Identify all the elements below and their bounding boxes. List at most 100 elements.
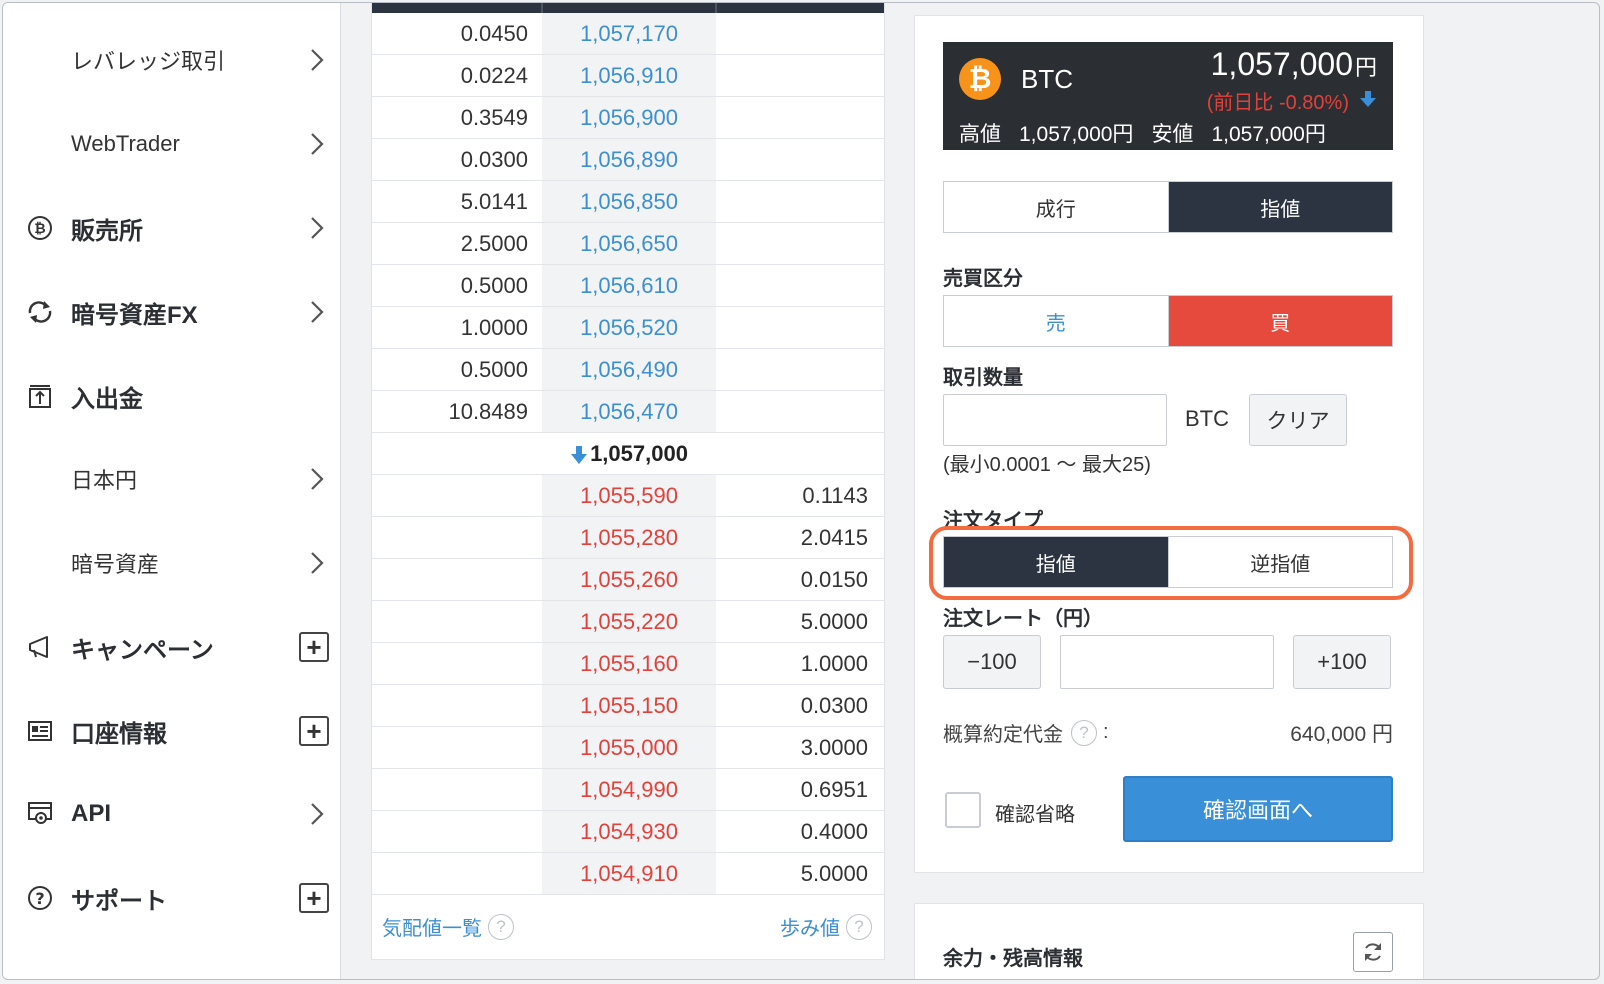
ask-quantity: 0.0300: [460, 147, 528, 172]
current-price: 1,057,000: [542, 433, 716, 474]
ask-price: 1,056,610: [580, 273, 678, 298]
sidebar-item-hanbaisho[interactable]: ₿ 販売所: [3, 198, 341, 258]
bid-quantity: 5.0000: [800, 861, 868, 886]
current-price-value: 1,057,000: [590, 441, 688, 466]
bid-price: 1,055,590: [580, 483, 678, 508]
ask-row[interactable]: 0.0450 1,057,170: [372, 13, 884, 55]
ask-quantity: 1.0000: [460, 315, 528, 340]
high-value: 1,057,000円: [1019, 123, 1134, 146]
expand-plus-icon[interactable]: +: [299, 632, 329, 662]
bid-price: 1,055,260: [580, 567, 678, 592]
ask-row[interactable]: 2.5000 1,056,650: [372, 223, 884, 265]
chevron-right-icon: [311, 217, 324, 239]
sidebar-item-leverage[interactable]: レバレッジ取引: [3, 30, 341, 90]
app-window: レバレッジ取引 WebTrader ₿ 販売所 暗号資産FX 入出金 日本円 暗…: [2, 2, 1600, 980]
ask-row[interactable]: 10.8489 1,056,470: [372, 391, 884, 433]
confirm-button[interactable]: 確認画面へ: [1123, 776, 1393, 842]
help-icon[interactable]: ?: [488, 913, 514, 940]
sidebar-item-label: 暗号資産: [71, 552, 160, 577]
ask-row[interactable]: 0.5000 1,056,490: [372, 349, 884, 391]
rate-minus-button[interactable]: −100: [943, 635, 1041, 689]
ask-row[interactable]: 0.3549 1,056,900: [372, 97, 884, 139]
bid-row[interactable]: 1,055,280 2.0415: [372, 517, 884, 559]
bid-quantity: 1.0000: [800, 651, 868, 676]
expand-plus-icon[interactable]: +: [299, 716, 329, 746]
estimate-row: 概算約定代金 ? :: [943, 718, 1109, 747]
bid-row[interactable]: 1,054,930 0.4000: [372, 811, 884, 853]
sidebar-item-label: WebTrader: [71, 131, 180, 156]
bid-row[interactable]: 1,055,150 0.0300: [372, 685, 884, 727]
rate-plus-button[interactable]: +100: [1293, 635, 1391, 689]
chevron-right-icon: [311, 133, 324, 155]
estimate-label: 概算約定代金: [943, 724, 1063, 746]
tab-market[interactable]: 成行: [944, 182, 1168, 232]
skip-confirm-checkbox[interactable]: [945, 792, 981, 828]
megaphone-icon: [25, 632, 55, 662]
id-card-icon: [25, 716, 55, 746]
sidebar-item-deposit-withdraw[interactable]: 入出金: [3, 366, 341, 426]
ask-row[interactable]: 1.0000 1,056,520: [372, 307, 884, 349]
sidebar-item-support[interactable]: ? サポート +: [3, 868, 341, 928]
bid-row[interactable]: 1,055,590 0.1143: [372, 475, 884, 517]
bid-row[interactable]: 1,055,220 5.0000: [372, 601, 884, 643]
sidebar-item-account-info[interactable]: 口座情報 +: [3, 701, 341, 761]
sidebar-item-label: サポート: [71, 887, 167, 915]
svg-text:?: ?: [35, 889, 44, 908]
quote-list-link[interactable]: 気配値一覧 ?: [382, 912, 514, 941]
buy-button[interactable]: 買: [1167, 296, 1392, 346]
side-label: 売買区分: [943, 268, 1023, 290]
quantity-input[interactable]: [943, 394, 1167, 446]
clear-button[interactable]: クリア: [1249, 394, 1347, 446]
help-icon[interactable]: ?: [1071, 719, 1097, 746]
sidebar-item-jpy[interactable]: 日本円: [3, 449, 341, 509]
bid-row[interactable]: 1,054,990 0.6951: [372, 769, 884, 811]
chevron-right-icon: [311, 301, 324, 323]
high-label: 高値: [959, 123, 1001, 146]
ticker-price: 1,057,000円: [1210, 46, 1377, 82]
bid-row[interactable]: 1,055,000 3.0000: [372, 727, 884, 769]
trade-history-link[interactable]: 歩み値 ?: [780, 912, 872, 941]
sidebar-item-label: キャンペーン: [71, 636, 214, 664]
sidebar-item-label: 日本円: [71, 468, 138, 493]
sidebar-item-label: 口座情報: [71, 720, 167, 748]
ask-row[interactable]: 0.5000 1,056,610: [372, 265, 884, 307]
help-icon[interactable]: ?: [846, 913, 872, 940]
bid-row[interactable]: 1,055,260 0.0150: [372, 559, 884, 601]
bid-row[interactable]: 1,054,910 5.0000: [372, 853, 884, 895]
ask-row[interactable]: 5.0141 1,056,850: [372, 181, 884, 223]
bid-quantity: 0.0150: [800, 567, 868, 592]
trade-history-label: 歩み値: [780, 918, 840, 940]
quantity-range-hint: (最小0.0001 〜 最大25): [943, 454, 1151, 476]
skip-confirm-label: 確認省略: [995, 804, 1075, 826]
bid-price: 1,054,990: [580, 777, 678, 802]
refresh-button[interactable]: [1353, 932, 1393, 972]
ask-price: 1,056,850: [580, 189, 678, 214]
ask-quantity: 5.0141: [460, 189, 528, 214]
sidebar-item-api[interactable]: API: [3, 784, 341, 844]
bid-row[interactable]: 1,055,160 1.0000: [372, 643, 884, 685]
bid-price: 1,054,910: [580, 861, 678, 886]
bitcoin-circle-icon: ₿: [25, 213, 55, 243]
ask-row[interactable]: 0.0224 1,056,910: [372, 55, 884, 97]
svg-text:₿: ₿: [34, 221, 45, 237]
sidebar-item-crypto-asset[interactable]: 暗号資産: [3, 533, 341, 593]
order-book-footer: 気配値一覧 ? 歩み値 ?: [372, 896, 884, 958]
sell-button[interactable]: 売: [944, 296, 1168, 346]
sidebar-item-webtrader[interactable]: WebTrader: [3, 114, 341, 174]
high-low-row: 高値 1,057,000円 安値 1,057,000円: [959, 118, 1326, 148]
bid-quantity: 3.0000: [800, 735, 868, 760]
ask-price: 1,057,170: [580, 21, 678, 46]
ask-row[interactable]: 0.0300 1,056,890: [372, 139, 884, 181]
sidebar-item-crypto-fx[interactable]: 暗号資産FX: [3, 282, 341, 342]
bid-quantity: 0.0300: [800, 693, 868, 718]
order-rate-input[interactable]: [1060, 635, 1274, 689]
ask-quantity: 0.0450: [460, 21, 528, 46]
ticker-symbol: BTC: [1021, 64, 1073, 94]
sidebar-item-campaign[interactable]: キャンペーン +: [3, 617, 341, 677]
current-price-row: 1,057,000: [372, 433, 884, 475]
ask-price: 1,056,520: [580, 315, 678, 340]
chevron-right-icon: [311, 468, 324, 490]
tab-limit[interactable]: 指値: [1167, 182, 1392, 232]
order-book-header-bar: [372, 3, 884, 13]
expand-plus-icon[interactable]: +: [299, 883, 329, 913]
